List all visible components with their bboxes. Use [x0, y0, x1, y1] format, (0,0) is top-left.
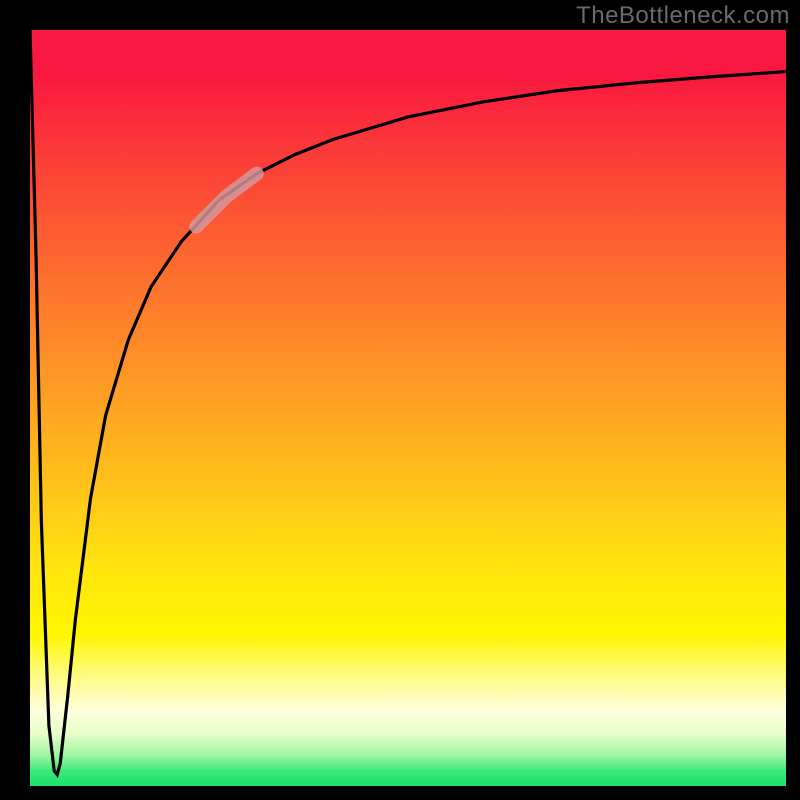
curve-layer — [30, 30, 786, 786]
watermark-text: TheBottleneck.com — [576, 2, 790, 30]
highlight-segment-path — [196, 174, 256, 227]
plot-area — [30, 30, 786, 786]
chart-frame: TheBottleneck.com — [0, 0, 800, 800]
bottleneck-curve-path — [30, 30, 786, 775]
